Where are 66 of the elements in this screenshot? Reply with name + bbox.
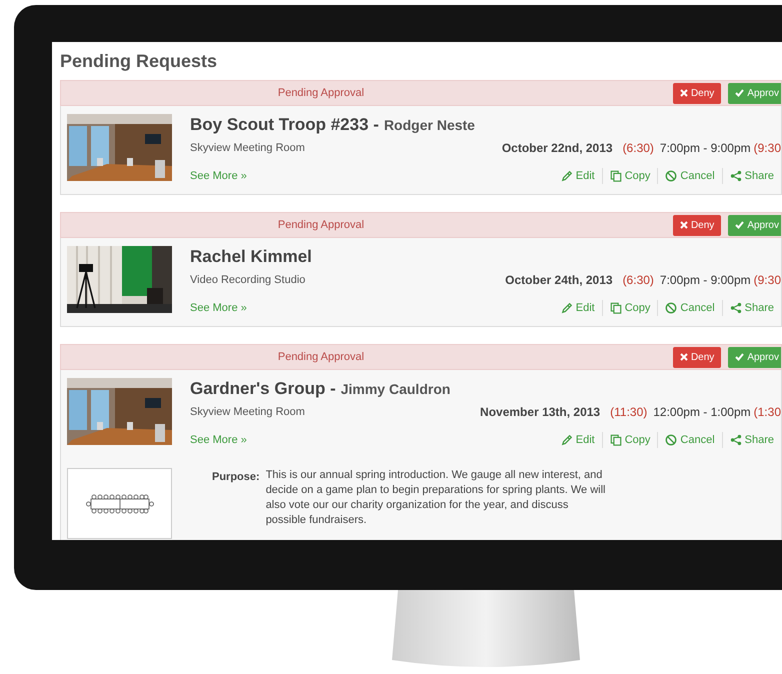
pencil-icon xyxy=(560,170,573,182)
see-more-link[interactable]: See More » xyxy=(190,300,247,316)
room-name: Skyview Meeting Room xyxy=(190,140,305,156)
teardown-time: (9:30 xyxy=(754,140,781,157)
pencil-icon xyxy=(560,434,573,446)
purpose-label: Purpose: xyxy=(212,470,260,485)
approve-button[interactable]: Approv xyxy=(728,346,781,368)
share-link[interactable]: Share xyxy=(722,168,781,184)
request-title: Gardner's Group - xyxy=(190,378,336,400)
share-icon xyxy=(730,434,742,446)
cancel-link[interactable]: Cancel xyxy=(657,432,722,448)
event-date: October 22nd, 2013 xyxy=(502,140,613,157)
see-more-link[interactable]: See More » xyxy=(190,432,247,448)
approve-button[interactable]: Approv xyxy=(728,214,781,236)
event-date: October 24th, 2013 xyxy=(505,272,613,289)
close-icon xyxy=(680,221,688,229)
copy-icon xyxy=(610,170,622,182)
copy-icon xyxy=(610,434,622,446)
cancel-link[interactable]: Cancel xyxy=(657,300,722,316)
event-time: 7:00pm - 9:00pm xyxy=(660,140,751,157)
page-title: Pending Requests xyxy=(60,50,218,73)
deny-button[interactable]: Deny xyxy=(672,82,722,104)
edit-link[interactable]: Edit xyxy=(554,432,602,448)
edit-link[interactable]: Edit xyxy=(554,168,602,184)
teardown-time: (1:30 xyxy=(754,404,781,421)
status-label: Pending Approval xyxy=(276,218,366,233)
deny-button[interactable]: Deny xyxy=(672,346,722,368)
teardown-time: (9:30 xyxy=(754,272,781,289)
check-icon xyxy=(735,89,744,97)
event-time: 7:00pm - 9:00pm xyxy=(660,272,751,289)
share-link[interactable]: Share xyxy=(722,300,781,316)
share-icon xyxy=(730,302,742,314)
event-date: November 13th, 2013 xyxy=(480,404,600,421)
cancel-link[interactable]: Cancel xyxy=(657,168,722,184)
edit-link[interactable]: Edit xyxy=(554,300,602,316)
share-icon xyxy=(730,170,742,182)
request-title: Boy Scout Troop #233 - xyxy=(190,114,379,136)
room-name: Video Recording Studio xyxy=(190,272,306,288)
request-title: Rachel Kimmel xyxy=(190,246,312,268)
event-time: 12:00pm - 1:00pm xyxy=(653,404,751,421)
close-icon xyxy=(680,353,688,361)
approve-button[interactable]: Approv xyxy=(728,82,781,104)
check-icon xyxy=(735,353,744,361)
table-layout-drawing xyxy=(86,492,154,514)
contact-name: Jimmy Cauldron xyxy=(340,380,450,399)
setup-time: (6:30) xyxy=(622,140,654,157)
see-more-link[interactable]: See More » xyxy=(190,168,247,184)
copy-link[interactable]: Copy xyxy=(602,432,658,448)
purpose-text: This is our annual spring introduction. We gauge all new interest, and decide on a game plan to begin preparations for spring plants. We will also vote our our charity organization for the year, and discuss possible fundraisers. xyxy=(266,468,606,528)
copy-link[interactable]: Copy xyxy=(602,300,658,316)
contact-name: Rodger Neste xyxy=(384,116,475,135)
status-label: Pending Approval xyxy=(276,86,366,101)
copy-icon xyxy=(610,302,622,314)
ban-icon xyxy=(665,302,678,314)
copy-link[interactable]: Copy xyxy=(602,168,658,184)
pencil-icon xyxy=(560,302,573,314)
ban-icon xyxy=(665,170,678,182)
ban-icon xyxy=(665,434,678,446)
share-link[interactable]: Share xyxy=(722,432,781,448)
status-label: Pending Approval xyxy=(276,350,366,365)
setup-time: (6:30) xyxy=(622,272,654,289)
deny-button[interactable]: Deny xyxy=(672,214,722,236)
close-icon xyxy=(680,89,688,97)
check-icon xyxy=(735,221,744,229)
room-name: Skyview Meeting Room xyxy=(190,404,305,420)
setup-time: (11:30) xyxy=(610,404,648,421)
